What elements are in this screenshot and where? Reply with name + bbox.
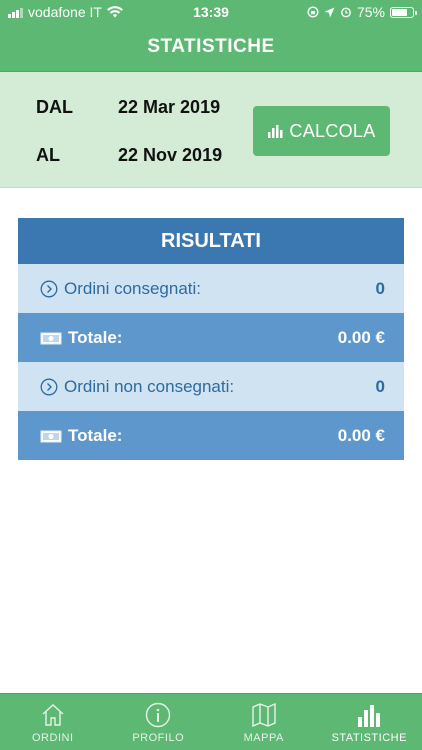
delivered-total-row: Totale: 0.00 €	[18, 313, 404, 362]
undelivered-orders-row: Ordini non consegnati: 0	[18, 362, 404, 411]
chevron-circle-icon	[40, 378, 58, 395]
results-table: RISULTATI Ordini consegnati: 0 Totale: 0…	[18, 218, 404, 460]
delivered-orders-label: Ordini consegnati:	[64, 278, 202, 298]
status-bar: vodafone IT 13:39 75%	[0, 0, 422, 24]
tab-profilo[interactable]: PROFILO	[106, 694, 212, 750]
from-date-value[interactable]: 22 Mar 2019	[118, 97, 220, 117]
date-range-panel: DAL 22 Mar 2019 AL 22 Nov 2019 CALCOLA	[0, 72, 422, 188]
calcola-button[interactable]: CALCOLA	[253, 106, 390, 156]
tab-profilo-label: PROFILO	[132, 732, 185, 744]
undelivered-total-value: 0.00 €	[337, 425, 385, 445]
map-icon	[252, 702, 276, 728]
undelivered-orders-value: 0	[375, 376, 385, 396]
bar-chart-icon	[358, 705, 381, 727]
page-title: STATISTICHE	[0, 24, 422, 72]
delivered-total-label: Totale:	[68, 327, 123, 347]
from-label: DAL	[36, 97, 73, 117]
tab-ordini[interactable]: ORDINI	[0, 694, 106, 750]
to-date-row[interactable]: AL 22 Nov 2019	[36, 145, 222, 166]
undelivered-total-row: Totale: 0.00 €	[18, 411, 404, 460]
money-icon	[40, 430, 62, 442]
calcola-label: CALCOLA	[289, 120, 376, 141]
status-right: 75%	[307, 4, 417, 20]
money-icon	[40, 332, 62, 344]
tab-mappa-label: MAPPA	[243, 732, 284, 744]
to-date-value[interactable]: 22 Nov 2019	[118, 145, 222, 165]
location-icon	[324, 7, 335, 17]
info-icon	[146, 702, 171, 728]
home-icon	[42, 704, 64, 726]
battery-icon	[390, 6, 417, 18]
to-label: AL	[36, 145, 60, 165]
from-date-row[interactable]: DAL 22 Mar 2019	[36, 97, 220, 118]
bar-chart-icon	[268, 125, 283, 138]
results-title: RISULTATI	[18, 218, 404, 264]
rotation-lock-icon	[307, 6, 319, 18]
alarm-icon	[341, 7, 351, 18]
undelivered-total-label: Totale:	[68, 425, 123, 445]
battery-label: 75%	[356, 4, 385, 20]
delivered-orders-value: 0	[375, 278, 385, 298]
tab-mappa[interactable]: MAPPA	[211, 694, 317, 750]
tab-bar: ORDINI PROFILO MAPPA STATISTICHE	[0, 693, 422, 750]
undelivered-orders-label: Ordini non consegnati:	[64, 376, 235, 396]
tab-statistiche-label: STATISTICHE	[331, 732, 407, 744]
delivered-total-value: 0.00 €	[337, 327, 385, 347]
tab-statistiche[interactable]: STATISTICHE	[317, 694, 422, 750]
chevron-circle-icon	[40, 280, 58, 297]
delivered-orders-row: Ordini consegnati: 0	[18, 264, 404, 313]
tab-ordini-label: ORDINI	[32, 732, 74, 744]
